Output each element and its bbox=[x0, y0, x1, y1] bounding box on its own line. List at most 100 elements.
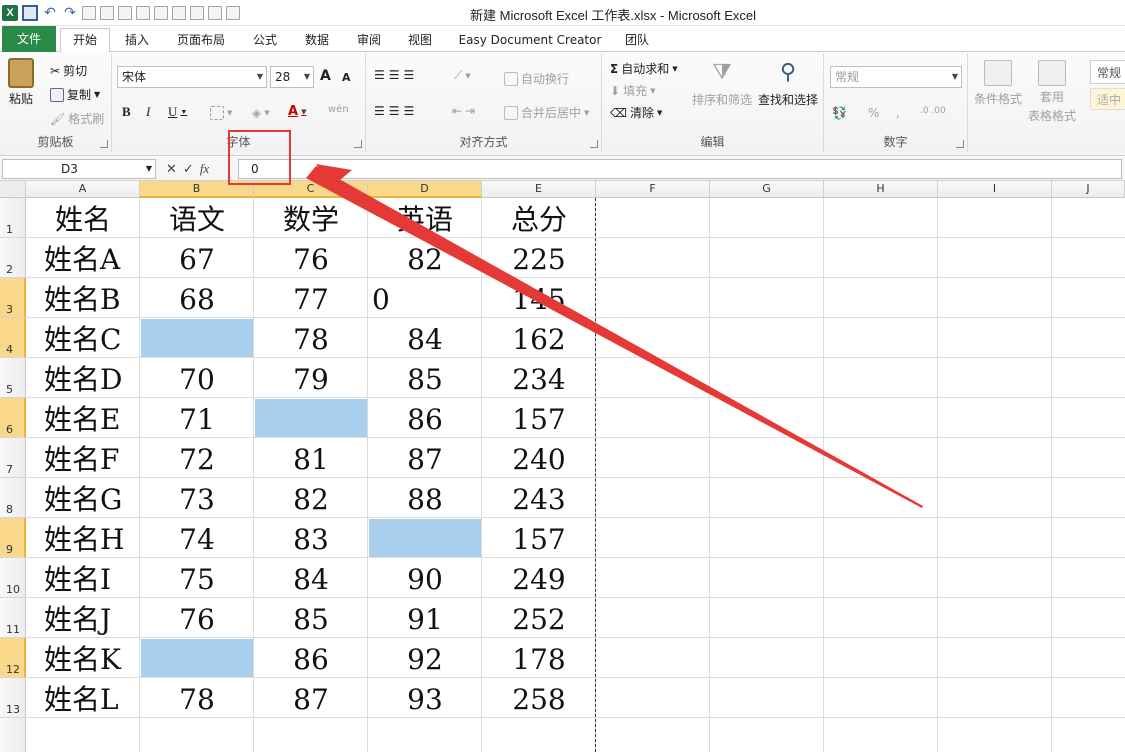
style-medium[interactable]: 适中 bbox=[1090, 88, 1125, 110]
vertical-align-buttons[interactable]: ☰☰☰ bbox=[374, 68, 418, 82]
horizontal-align-buttons[interactable]: ☰☰☰ bbox=[374, 104, 418, 118]
indent-buttons[interactable]: ⇤⇥ bbox=[452, 104, 478, 118]
percent-button[interactable]: % bbox=[868, 106, 879, 120]
cell-d5[interactable]: 85 bbox=[368, 358, 482, 398]
format-painter-button[interactable]: 🖌 格式刷 bbox=[50, 110, 104, 127]
phonetic-button[interactable]: wén bbox=[328, 104, 349, 115]
tab-file[interactable]: 文件 bbox=[2, 26, 56, 52]
cell-c5[interactable]: 79 bbox=[254, 358, 368, 398]
cell-a4[interactable]: 姓名C bbox=[26, 318, 140, 358]
cell-b5[interactable]: 70 bbox=[140, 358, 254, 398]
cell-c1[interactable]: 数学 bbox=[254, 198, 368, 238]
cell-b6[interactable]: 71 bbox=[140, 398, 254, 438]
tab-page-layout[interactable]: 页面布局 bbox=[168, 29, 234, 51]
autosum-button[interactable]: Σ 自动求和 ▼ bbox=[610, 60, 678, 77]
cell-d1[interactable]: 英语 bbox=[368, 198, 482, 238]
cell-d4[interactable]: 84 bbox=[368, 318, 482, 358]
column-header-g[interactable]: G bbox=[710, 181, 824, 198]
insert-function-icon[interactable]: fx bbox=[200, 161, 209, 177]
column-header-j[interactable]: J bbox=[1052, 181, 1125, 198]
cell-d8[interactable]: 88 bbox=[368, 478, 482, 518]
orientation-button[interactable]: ⟋ ▼ bbox=[454, 68, 471, 83]
cell-a11[interactable]: 姓名J bbox=[26, 598, 140, 638]
cell-c11[interactable]: 85 bbox=[254, 598, 368, 638]
cell-e12[interactable]: 178 bbox=[482, 638, 596, 678]
row-header-1[interactable]: 1 bbox=[0, 198, 26, 238]
border-button[interactable]: ▼ bbox=[210, 106, 232, 120]
cell-e3[interactable]: 145 bbox=[482, 278, 596, 318]
conditional-format-button[interactable]: 条件格式 bbox=[974, 60, 1022, 107]
row-header-4[interactable]: 4 bbox=[0, 318, 26, 358]
copy-button[interactable]: 复制 ▼ bbox=[50, 86, 100, 103]
bold-button[interactable]: B bbox=[122, 104, 131, 120]
cell-b2[interactable]: 67 bbox=[140, 238, 254, 278]
cell-a1[interactable]: 姓名 bbox=[26, 198, 140, 238]
column-header-f[interactable]: F bbox=[596, 181, 710, 198]
cell-c12[interactable]: 86 bbox=[254, 638, 368, 678]
tab-data[interactable]: 数据 bbox=[296, 29, 338, 51]
cell-d13[interactable]: 93 bbox=[368, 678, 482, 718]
cell-a2[interactable]: 姓名A bbox=[26, 238, 140, 278]
cell-b13[interactable]: 78 bbox=[140, 678, 254, 718]
row-header-14[interactable] bbox=[0, 718, 26, 752]
row-header-6[interactable]: 6 bbox=[0, 398, 26, 438]
tab-home[interactable]: 开始 bbox=[60, 28, 110, 53]
cell-e13[interactable]: 258 bbox=[482, 678, 596, 718]
currency-button[interactable]: 💱 bbox=[832, 106, 847, 120]
decimal-buttons[interactable]: .0 .00 bbox=[920, 106, 946, 116]
grow-font-button[interactable]: A bbox=[320, 68, 331, 84]
cell-a7[interactable]: 姓名F bbox=[26, 438, 140, 478]
cell-e1[interactable]: 总分 bbox=[482, 198, 596, 238]
row-header-2[interactable]: 2 bbox=[0, 238, 26, 278]
cell-e5[interactable]: 234 bbox=[482, 358, 596, 398]
select-all-corner[interactable] bbox=[0, 181, 26, 198]
tab-easy-document-creator[interactable]: Easy Document Creator bbox=[452, 29, 608, 51]
cell-d12[interactable]: 92 bbox=[368, 638, 482, 678]
number-format-select[interactable]: 常规 ▼ bbox=[830, 66, 962, 88]
formula-input[interactable]: 0 bbox=[238, 159, 1122, 179]
cell-c9[interactable]: 83 bbox=[254, 518, 368, 558]
paste-button[interactable]: 粘贴 bbox=[8, 58, 34, 107]
cell-a6[interactable]: 姓名E bbox=[26, 398, 140, 438]
number-launcher-icon[interactable] bbox=[956, 140, 964, 148]
cell-b1[interactable]: 语文 bbox=[140, 198, 254, 238]
cell-e10[interactable]: 249 bbox=[482, 558, 596, 598]
cell-b11[interactable]: 76 bbox=[140, 598, 254, 638]
name-box[interactable]: D3 ▼ bbox=[2, 159, 156, 179]
column-header-h[interactable]: H bbox=[824, 181, 938, 198]
cell-e9[interactable]: 157 bbox=[482, 518, 596, 558]
clear-button[interactable]: ⌫ 清除 ▼ bbox=[610, 104, 662, 121]
cell-a8[interactable]: 姓名G bbox=[26, 478, 140, 518]
wrap-text-button[interactable]: 自动换行 bbox=[504, 70, 569, 87]
cell-e11[interactable]: 252 bbox=[482, 598, 596, 638]
fill-button[interactable]: ⬇ 填充 ▼ bbox=[610, 82, 655, 99]
cell-e4[interactable]: 162 bbox=[482, 318, 596, 358]
row-header-9[interactable]: 9 bbox=[0, 518, 26, 558]
cell-b9[interactable]: 74 bbox=[140, 518, 254, 558]
cell-c10[interactable]: 84 bbox=[254, 558, 368, 598]
cell-d6[interactable]: 86 bbox=[368, 398, 482, 438]
row-header-3[interactable]: 3 bbox=[0, 278, 26, 318]
cell-d3[interactable]: 0 bbox=[368, 278, 482, 318]
column-header-d[interactable]: D bbox=[368, 181, 482, 198]
tab-view[interactable]: 视图 bbox=[399, 29, 441, 51]
blank-cell-highlight[interactable] bbox=[141, 319, 253, 357]
cell-d2[interactable]: 82 bbox=[368, 238, 482, 278]
tab-review[interactable]: 审阅 bbox=[348, 29, 390, 51]
cell-a12[interactable]: 姓名K bbox=[26, 638, 140, 678]
cell-a9[interactable]: 姓名H bbox=[26, 518, 140, 558]
tab-formulas[interactable]: 公式 bbox=[244, 29, 286, 51]
tab-team[interactable]: 团队 bbox=[616, 29, 658, 51]
shrink-font-button[interactable]: A bbox=[342, 71, 351, 84]
row-header-8[interactable]: 8 bbox=[0, 478, 26, 518]
cell-a10[interactable]: 姓名I bbox=[26, 558, 140, 598]
row-header-13[interactable]: 13 bbox=[0, 678, 26, 718]
cell-b7[interactable]: 72 bbox=[140, 438, 254, 478]
cell-b8[interactable]: 73 bbox=[140, 478, 254, 518]
cut-button[interactable]: ✂ 剪切 bbox=[50, 62, 87, 79]
font-name-select[interactable]: 宋体 ▼ bbox=[117, 66, 267, 88]
row-header-5[interactable]: 5 bbox=[0, 358, 26, 398]
row-header-11[interactable]: 11 bbox=[0, 598, 26, 638]
fill-color-button[interactable]: ◈ ▼ bbox=[252, 106, 270, 120]
style-normal[interactable]: 常规 bbox=[1090, 60, 1125, 84]
